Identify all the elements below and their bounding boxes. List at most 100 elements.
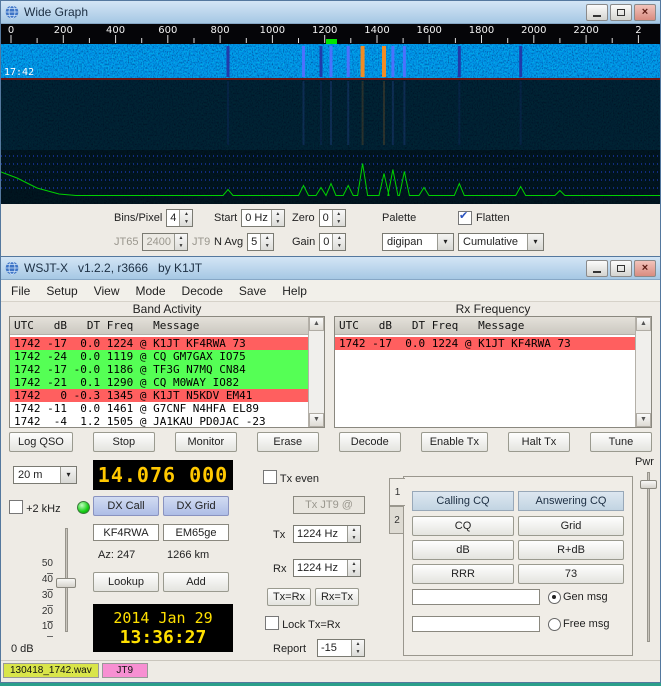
tx-freq-spinner[interactable]: 1224 Hz ▲ ▼: [293, 525, 361, 543]
spin-down-icon[interactable]: ▼: [352, 648, 364, 656]
spin-up-icon[interactable]: ▲: [348, 526, 360, 534]
flatten-checkbox[interactable]: [458, 209, 472, 225]
stop-button[interactable]: Stop: [92, 432, 155, 452]
jt65-label: JT65: [114, 236, 139, 248]
tab-1[interactable]: 1: [389, 478, 405, 506]
rrr-button[interactable]: RRR: [412, 564, 514, 584]
dx-grid-input[interactable]: EM65ge: [163, 524, 229, 541]
r-db-button[interactable]: R+dB: [518, 540, 624, 560]
menu-decode[interactable]: Decode: [174, 282, 231, 300]
spin-up-icon[interactable]: ▲: [352, 640, 364, 648]
spin-up-icon[interactable]: ▲: [333, 210, 345, 218]
lookup-button[interactable]: Lookup: [93, 572, 159, 592]
zero-spinner[interactable]: 0 ▲ ▼: [318, 209, 346, 227]
scroll-up-icon[interactable]: ▲: [309, 317, 324, 331]
close-button[interactable]: ×: [634, 259, 656, 277]
spin-up-icon[interactable]: ▲: [272, 210, 284, 218]
decode-row[interactable]: 1742 -11 0.0 1461 @ G7CNF N4HFA EL89: [10, 402, 324, 415]
erase-button[interactable]: Erase: [256, 432, 319, 452]
decode-row[interactable]: 1742 -4 1.2 1505 @ JA1KAU PD0JAC -23: [10, 415, 324, 427]
n-avg-spinner[interactable]: 5 ▲ ▼: [247, 233, 275, 251]
tx-eq-rx-button[interactable]: Tx=Rx: [267, 588, 311, 606]
spin-up-icon[interactable]: ▲: [333, 234, 345, 242]
gain-spinner[interactable]: 0 ▲ ▼: [319, 233, 347, 251]
scroll-down-icon[interactable]: ▼: [636, 413, 651, 427]
scroll-up-icon[interactable]: ▲: [636, 317, 651, 331]
scrollbar[interactable]: ▲ ▼: [308, 317, 324, 427]
spin-down-icon[interactable]: ▼: [348, 534, 360, 542]
tx-even-checkbox[interactable]: [263, 470, 277, 484]
dx-call-button[interactable]: DX Call: [93, 496, 159, 516]
scrollbar[interactable]: ▲ ▼: [635, 317, 651, 427]
free-msg-radio[interactable]: [548, 618, 561, 631]
menu-file[interactable]: File: [3, 282, 38, 300]
spin-down-icon[interactable]: ▼: [272, 218, 284, 226]
menu-help[interactable]: Help: [274, 282, 315, 300]
spin-down-icon[interactable]: ▼: [348, 568, 360, 576]
bins-per-pixel-spinner[interactable]: 4 ▲ ▼: [166, 209, 194, 227]
plus-2khz-checkbox[interactable]: [9, 500, 23, 514]
monitor-button[interactable]: Monitor: [174, 432, 237, 452]
menu-setup[interactable]: Setup: [38, 282, 85, 300]
spin-up-icon[interactable]: ▲: [348, 560, 360, 568]
decode-row[interactable]: 1742 -24 0.0 1119 @ CQ GM7GAX IO75: [10, 350, 324, 363]
73-button[interactable]: 73: [518, 564, 624, 584]
db-button[interactable]: dB: [412, 540, 514, 560]
chevron-down-icon[interactable]: ▾: [527, 234, 543, 250]
menu-view[interactable]: View: [86, 282, 128, 300]
wide-graph-titlebar[interactable]: Wide Graph ×: [1, 1, 660, 24]
decode-row[interactable]: 1742 -21 0.1 1290 @ CQ M0WAY IO82: [10, 376, 324, 389]
spin-up-icon[interactable]: ▲: [261, 234, 273, 242]
spin-down-icon[interactable]: ▼: [333, 218, 345, 226]
pwr-slider-track[interactable]: [647, 472, 650, 642]
palette-select[interactable]: digipan ▾: [382, 233, 454, 251]
gen-msg-radio[interactable]: [548, 591, 561, 604]
maximize-button[interactable]: [610, 259, 632, 277]
menu-mode[interactable]: Mode: [128, 282, 174, 300]
band-select[interactable]: 20 m ▾: [13, 466, 77, 484]
chevron-down-icon[interactable]: ▾: [437, 234, 453, 250]
tune-button[interactable]: Tune: [589, 432, 652, 452]
minimize-button[interactable]: [586, 3, 608, 21]
decode-row[interactable]: 1742 0 -0.3 1345 @ K1JT N5KDV EM41: [10, 389, 324, 402]
close-button[interactable]: ×: [634, 3, 656, 21]
zero-label: Zero: [292, 212, 315, 224]
spin-down-icon[interactable]: ▼: [261, 242, 273, 250]
spin-down-icon[interactable]: ▼: [333, 242, 345, 250]
report-spinner[interactable]: -15 ▲ ▼: [317, 639, 365, 657]
decode-row[interactable]: 1742 -17 0.0 1224 @ K1JT KF4RWA 73: [335, 337, 651, 350]
spectrum-display[interactable]: [1, 150, 660, 204]
minimize-button[interactable]: [586, 259, 608, 277]
rx-eq-tx-button[interactable]: Rx=Tx: [315, 588, 359, 606]
dx-call-input[interactable]: KF4RWA: [93, 524, 159, 541]
spin-up-icon[interactable]: ▲: [180, 210, 192, 218]
rx-freq-spinner[interactable]: 1224 Hz ▲ ▼: [293, 559, 361, 577]
cq-button[interactable]: CQ: [412, 516, 514, 536]
lock-txrx-checkbox[interactable]: [265, 616, 279, 630]
waterfall-display[interactable]: 17:42: [1, 44, 660, 150]
frequency-ruler[interactable]: 0 200 400 600 800 1000 1200 1400 1600 1800 2000 220…: [1, 24, 660, 44]
start-spinner[interactable]: 0 Hz ▲ ▼: [241, 209, 285, 227]
grid-button[interactable]: Grid: [518, 516, 624, 536]
decode-button[interactable]: Decode: [338, 432, 401, 452]
log-qso-button[interactable]: Log QSO: [9, 432, 73, 452]
add-button[interactable]: Add: [163, 572, 229, 592]
messages-tab-frame: Calling CQ Answering CQ CQ Grid dB R+dB …: [403, 476, 633, 656]
decode-row[interactable]: 1742 -17 0.0 1224 @ K1JT KF4RWA 73: [10, 337, 324, 350]
halt-tx-button[interactable]: Halt Tx: [508, 432, 570, 452]
decode-row[interactable]: 1742 -17 -0.0 1186 @ TF3G N7MQ CN84: [10, 363, 324, 376]
spectrum-mode-select[interactable]: Cumulative ▾: [458, 233, 544, 251]
scroll-down-icon[interactable]: ▼: [309, 413, 324, 427]
chevron-down-icon[interactable]: ▾: [60, 467, 76, 483]
enable-tx-button[interactable]: Enable Tx: [420, 432, 489, 452]
free-msg-input[interactable]: [412, 616, 540, 632]
gen-msg-input[interactable]: [412, 589, 540, 605]
maximize-button[interactable]: [610, 3, 632, 21]
gain-slider-handle[interactable]: [56, 578, 76, 588]
spin-down-icon[interactable]: ▼: [180, 218, 192, 226]
main-titlebar[interactable]: WSJT-X v1.2.2, r3666 by K1JT ×: [1, 257, 660, 280]
pwr-slider-handle[interactable]: [640, 480, 657, 489]
azimuth-label: Az: 247: [98, 549, 136, 561]
menu-save[interactable]: Save: [231, 282, 274, 300]
dx-grid-button[interactable]: DX Grid: [163, 496, 229, 516]
